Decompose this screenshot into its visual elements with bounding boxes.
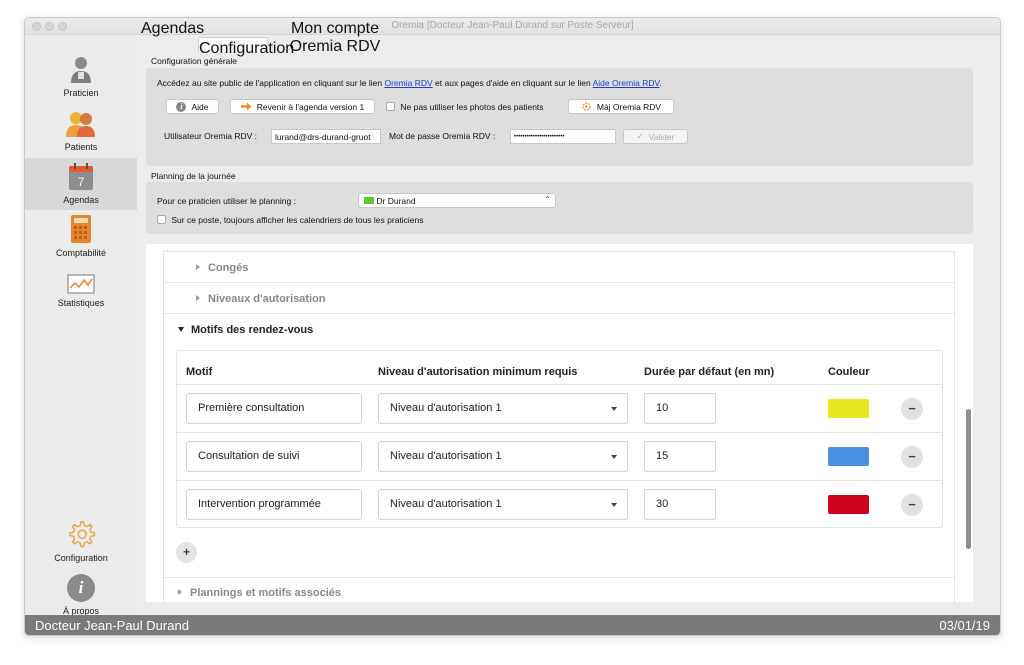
remove-row-button[interactable]: − <box>901 398 923 420</box>
status-user: Docteur Jean-Paul Durand <box>35 618 189 633</box>
oremia-rdv-link[interactable]: Oremia RDV <box>384 78 432 88</box>
settings-card: Congés Niveaux d'autorisation Motifs des… <box>163 251 955 602</box>
section-niveaux[interactable]: Niveaux d'autorisation <box>196 293 326 305</box>
motifs-table: Motif Niveau d'autorisation minimum requ… <box>176 350 943 528</box>
chart-icon <box>67 274 95 294</box>
sidebar-item-configuration[interactable]: Configuration <box>25 519 137 571</box>
aide-oremia-rdv-link[interactable]: Aide Oremia RDV <box>593 78 660 88</box>
practitioner-color-swatch <box>364 197 374 204</box>
divider <box>164 282 954 283</box>
help-button[interactable]: i Aide <box>166 99 219 114</box>
table-row: Intervention programmée Niveau d'autoris… <box>177 480 942 528</box>
patients-icon <box>66 112 95 137</box>
chevron-right-icon <box>178 589 182 595</box>
content-scrollbar[interactable] <box>963 244 973 602</box>
table-row: Première consultation Niveau d'autorisat… <box>177 384 942 432</box>
sidebar-item-label: Patients <box>64 142 98 152</box>
dropdown-caret-icon <box>611 455 617 459</box>
all-calendars-option[interactable]: Sur ce poste, toujours afficher les cale… <box>157 215 424 225</box>
sidebar-item-label: Configuration <box>54 553 108 563</box>
password-field[interactable]: •••••••••••••••••••••••• <box>510 129 616 144</box>
app-window: Oremia [Docteur Jean-Paul Durand sur Pos… <box>24 17 1001 636</box>
divider <box>164 577 954 578</box>
sidebar-item-praticien[interactable]: Praticien <box>25 54 137 106</box>
sidebar-item-agendas[interactable]: 7 Agendas <box>25 158 137 210</box>
general-section-title: Configuration générale <box>151 56 238 66</box>
color-swatch[interactable] <box>828 447 869 466</box>
help-info-icon: i <box>176 101 187 112</box>
update-gear-icon <box>582 102 591 111</box>
planning-section-title: Planning de la journée <box>151 171 236 181</box>
back-to-v1-button[interactable]: Revenir à l'agenda version 1 <box>230 99 375 114</box>
niveau-select[interactable]: Niveau d'autorisation 1 <box>378 441 628 472</box>
status-date: 03/01/19 <box>939 618 990 633</box>
calculator-icon <box>71 215 91 243</box>
chevron-right-icon <box>196 295 200 301</box>
chevron-down-icon <box>178 327 184 332</box>
motif-input[interactable]: Intervention programmée <box>186 489 362 520</box>
doctor-icon <box>71 57 91 83</box>
niveau-select[interactable]: Niveau d'autorisation 1 <box>378 489 628 520</box>
color-swatch[interactable] <box>828 495 869 514</box>
dropdown-caret-icon <box>611 407 617 411</box>
sidebar-item-statistiques[interactable]: Statistiques <box>25 274 137 326</box>
scrollbar-thumb[interactable] <box>966 409 971 549</box>
info-icon: i <box>67 574 95 602</box>
password-label: Mot de passe Oremia RDV : <box>389 131 496 141</box>
header-couleur: Couleur <box>828 366 870 378</box>
sidebar-item-label: Comptabilité <box>55 248 107 258</box>
arrow-right-icon <box>240 102 252 111</box>
practitioner-planning-label: Pour ce praticien utiliser le planning : <box>157 196 296 206</box>
color-swatch[interactable] <box>828 399 869 418</box>
calendar-icon: 7 <box>69 163 93 190</box>
remove-row-button[interactable]: − <box>901 446 923 468</box>
no-photos-checkbox[interactable] <box>386 102 395 111</box>
general-info-text: Accédez au site public de l'application … <box>157 78 662 88</box>
user-field[interactable]: lurand@drs-durand-gruot <box>271 129 381 144</box>
calendar-day-number: 7 <box>78 175 85 189</box>
sidebar-item-patients[interactable]: Patients <box>25 110 137 162</box>
motif-input[interactable]: Consultation de suivi <box>186 441 362 472</box>
motif-input[interactable]: Première consultation <box>186 393 362 424</box>
header-motif: Motif <box>186 366 213 378</box>
tab-agendas[interactable]: Agendas <box>141 18 204 37</box>
sidebar-item-label: Agendas <box>63 195 99 205</box>
dropdown-caret-icon <box>611 503 617 507</box>
header-duree: Durée par défaut (en mn) <box>644 366 775 378</box>
chevron-right-icon <box>196 264 200 270</box>
niveau-select[interactable]: Niveau d'autorisation 1 <box>378 393 628 424</box>
duree-input[interactable]: 15 <box>644 441 716 472</box>
gear-icon <box>69 521 96 548</box>
remove-row-button[interactable]: − <box>901 494 923 516</box>
header-niveau: Niveau d'autorisation minimum requis <box>378 366 578 378</box>
check-icon: ✓ <box>636 131 644 141</box>
section-motifs[interactable]: Motifs des rendez-vous <box>178 324 313 336</box>
duree-input[interactable]: 10 <box>644 393 716 424</box>
validate-button[interactable]: ✓ Valider <box>623 129 688 144</box>
section-conges[interactable]: Congés <box>196 262 248 274</box>
no-photos-option[interactable]: Ne pas utiliser les photos des patients <box>386 102 544 112</box>
tab-configuration[interactable]: Configuration <box>198 37 294 57</box>
sidebar-item-label: Praticien <box>63 88 99 98</box>
add-motif-button[interactable]: + <box>176 542 197 563</box>
sidebar: Praticien Patients 7 Agendas Comptabilit… <box>25 36 137 616</box>
divider <box>164 313 954 314</box>
duree-input[interactable]: 30 <box>644 489 716 520</box>
all-calendars-checkbox[interactable] <box>157 215 166 224</box>
planning-panel: Pour ce praticien utiliser le planning :… <box>146 182 973 234</box>
settings-content: Congés Niveaux d'autorisation Motifs des… <box>146 244 973 602</box>
tab-mon-compte[interactable]: Mon compte Oremia RDV <box>275 18 395 55</box>
update-oremia-rdv-button[interactable]: Màj Oremia RDV <box>568 99 674 114</box>
status-bar: Docteur Jean-Paul Durand 03/01/19 <box>25 615 1000 635</box>
practitioner-planning-select[interactable]: Dr Durand ⌃ <box>358 193 556 208</box>
section-plannings[interactable]: Plannings et motifs associés <box>178 587 341 599</box>
general-panel: Accédez au site public de l'application … <box>146 68 973 166</box>
sidebar-item-label: Statistiques <box>57 298 105 308</box>
select-updown-icon: ⌃ <box>544 195 551 204</box>
user-label: Utilisateur Oremia RDV : <box>164 131 258 141</box>
table-row: Consultation de suivi Niveau d'autorisat… <box>177 432 942 480</box>
sidebar-item-comptabilite[interactable]: Comptabilité <box>25 214 137 266</box>
